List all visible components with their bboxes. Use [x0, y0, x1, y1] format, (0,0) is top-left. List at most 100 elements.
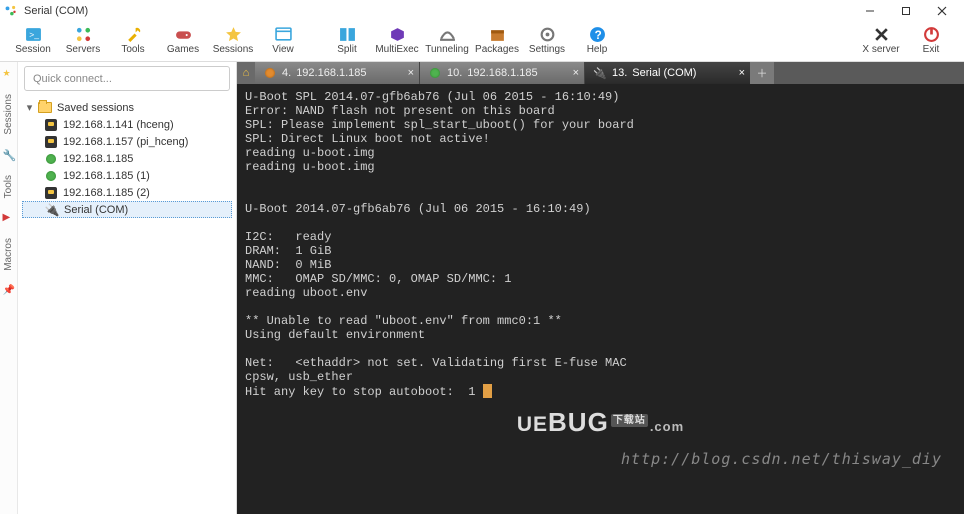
app-icon — [4, 4, 18, 18]
toolbar-games[interactable]: Games — [158, 26, 208, 55]
settings-icon — [539, 26, 556, 43]
svg-text:>_: >_ — [29, 30, 39, 40]
view-icon — [275, 26, 292, 43]
toolbar-exit[interactable]: Exit — [906, 26, 956, 55]
terminal-tab[interactable]: 🔌 13. Serial (COM) × — [585, 62, 750, 84]
toolbar-label: Exit — [923, 44, 940, 55]
folder-icon — [38, 101, 52, 115]
tab-status-icon — [263, 66, 277, 80]
session-icon — [44, 135, 58, 149]
toolbar-tools[interactable]: Tools — [108, 26, 158, 55]
close-button[interactable] — [924, 0, 960, 22]
new-tab-button[interactable]: ＋ — [750, 62, 774, 84]
toolbar-servers[interactable]: Servers — [58, 26, 108, 55]
servers-icon — [75, 26, 92, 43]
tab-num: 13. — [612, 67, 627, 79]
toolbar-help[interactable]: ? Help — [572, 26, 622, 55]
session-item[interactable]: 192.168.1.185 — [22, 150, 232, 167]
watermark-logo: UEBUG下载站.com — [237, 414, 964, 434]
toolbar-x-server[interactable]: X server — [856, 26, 906, 55]
exit-icon — [923, 26, 940, 43]
tools-icon — [125, 26, 142, 43]
toolbar-label: Servers — [66, 44, 100, 55]
main-area: ⌂ 4. 192.168.1.185 × 10. 192.168.1.185 ×… — [237, 62, 964, 514]
terminal[interactable]: U-Boot SPL 2014.07-gfb6ab76 (Jul 06 2015… — [237, 84, 964, 514]
session-item[interactable]: 192.168.1.141 (hceng) — [22, 116, 232, 133]
toolbar-label: Tunneling — [425, 44, 469, 55]
session-label: 192.168.1.185 (1) — [63, 170, 150, 182]
toolbar-sessions[interactable]: Sessions — [208, 26, 258, 55]
toolbar-label: Sessions — [213, 44, 254, 55]
toolbar-label: Help — [587, 44, 608, 55]
x-icon — [873, 26, 890, 43]
session-item[interactable]: 🔌 Serial (COM) — [22, 201, 232, 218]
toolbar-label: MultiExec — [375, 44, 418, 55]
toolbar-packages[interactable]: Packages — [472, 26, 522, 55]
close-tab-icon[interactable]: × — [408, 67, 414, 79]
pin-icon[interactable]: 📌 — [3, 285, 15, 297]
terminal-tab[interactable]: 10. 192.168.1.185 × — [420, 62, 585, 84]
tab-label: 192.168.1.185 — [296, 67, 366, 79]
session-icon — [44, 169, 58, 183]
sidebar-tab-tools[interactable]: Tools — [3, 165, 14, 208]
multiexec-icon — [389, 26, 406, 43]
terminal-tab[interactable]: 4. 192.168.1.185 × — [255, 62, 420, 84]
terminal-icon: >_ — [25, 26, 42, 43]
window-title: Serial (COM) — [24, 5, 88, 17]
help-icon: ? — [589, 26, 606, 43]
toolbar-label: View — [272, 44, 294, 55]
home-icon: ⌂ — [243, 67, 250, 79]
tab-num: 4. — [282, 67, 291, 79]
session-label: 192.168.1.141 (hceng) — [63, 119, 174, 131]
minimize-button[interactable] — [852, 0, 888, 22]
session-label: 192.168.1.185 — [63, 153, 133, 165]
toolbar-settings[interactable]: Settings — [522, 26, 572, 55]
toolbar-label: Games — [167, 44, 199, 55]
svg-text:?: ? — [594, 29, 601, 42]
toolbar-label: Session — [15, 44, 51, 55]
session-label: Serial (COM) — [64, 204, 128, 216]
close-tab-icon[interactable]: × — [739, 67, 745, 79]
session-item[interactable]: 192.168.1.157 (pi_hceng) — [22, 133, 232, 150]
tools-icon: 🔧 — [3, 149, 15, 161]
titlebar: Serial (COM) — [0, 0, 964, 22]
session-tree: ▾ Saved sessions 192.168.1.141 (hceng) 1… — [18, 95, 236, 514]
packages-icon — [489, 26, 506, 43]
tunneling-icon — [439, 26, 456, 43]
tab-status-icon — [428, 66, 442, 80]
maximize-button[interactable] — [888, 0, 924, 22]
macros-icon: ▶ — [3, 212, 15, 224]
collapse-icon[interactable]: ▾ — [26, 101, 33, 114]
toolbar-label: Tools — [121, 44, 144, 55]
session-item[interactable]: 192.168.1.185 (2) — [22, 184, 232, 201]
toolbar: >_ Session Servers Tools Games Sessions … — [0, 22, 964, 62]
session-icon — [44, 152, 58, 166]
toolbar-label: Split — [337, 44, 356, 55]
toolbar-session[interactable]: >_ Session — [8, 26, 58, 55]
quick-connect-input[interactable]: Quick connect... — [24, 66, 230, 91]
split-icon — [339, 26, 356, 43]
tab-label: Serial (COM) — [632, 67, 696, 79]
tree-root[interactable]: ▾ Saved sessions — [22, 99, 232, 116]
toolbar-tunneling[interactable]: Tunneling — [422, 26, 472, 55]
sidebar-tab-macros[interactable]: Macros — [3, 228, 14, 281]
tree-root-label: Saved sessions — [57, 102, 134, 114]
star-icon — [225, 26, 242, 43]
toolbar-multiexec[interactable]: MultiExec — [372, 26, 422, 55]
tab-status-icon: 🔌 — [593, 66, 607, 80]
tab-label: 192.168.1.185 — [467, 67, 537, 79]
session-item[interactable]: 192.168.1.185 (1) — [22, 167, 232, 184]
quick-connect-placeholder: Quick connect... — [33, 73, 112, 85]
sidebar-tab-sessions[interactable]: Sessions — [3, 84, 14, 145]
toolbar-view[interactable]: View — [258, 26, 308, 55]
session-label: 192.168.1.185 (2) — [63, 187, 150, 199]
tab-home[interactable]: ⌂ — [237, 62, 255, 84]
close-tab-icon[interactable]: × — [573, 67, 579, 79]
toolbar-split[interactable]: Split — [322, 26, 372, 55]
games-icon — [175, 26, 192, 43]
session-icon — [44, 118, 58, 132]
sidebar: ★ Sessions 🔧 Tools ▶ Macros 📌 Quick conn… — [0, 62, 237, 514]
session-icon — [44, 186, 58, 200]
watermark-url: http://blog.csdn.net/thisway_diy — [621, 452, 942, 466]
terminal-tabs: ⌂ 4. 192.168.1.185 × 10. 192.168.1.185 ×… — [237, 62, 964, 84]
